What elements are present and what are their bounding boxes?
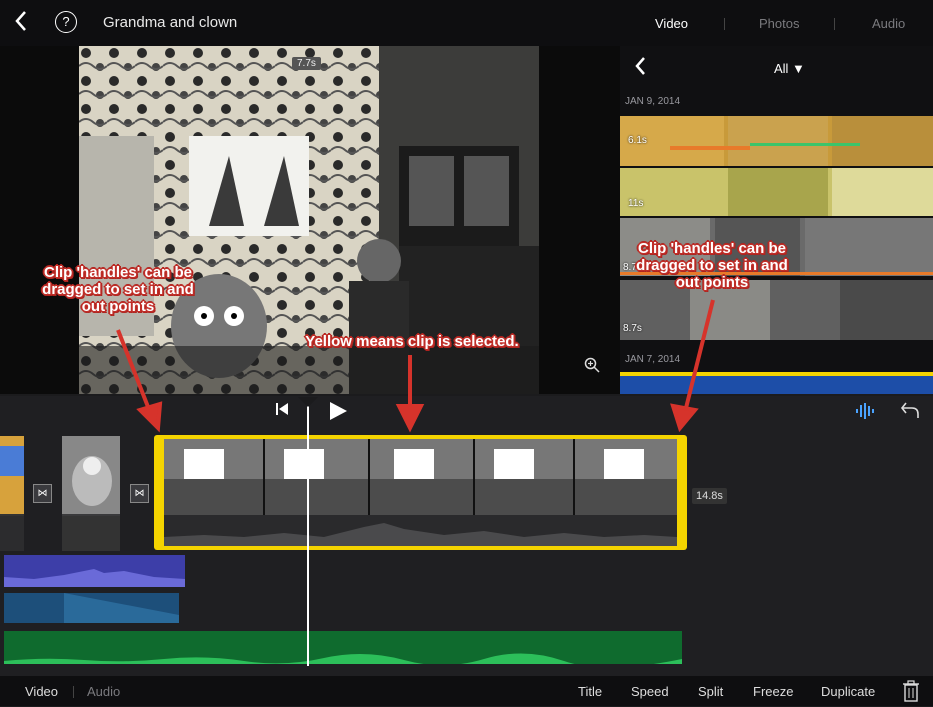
annotation-callout: Clip 'handles' can be dragged to set in … (636, 240, 788, 291)
annotation-callout: Yellow means clip is selected. (305, 333, 519, 350)
annotation-callout: Clip 'handles' can be dragged to set in … (42, 264, 194, 315)
annotation-arrows (116, 299, 715, 433)
